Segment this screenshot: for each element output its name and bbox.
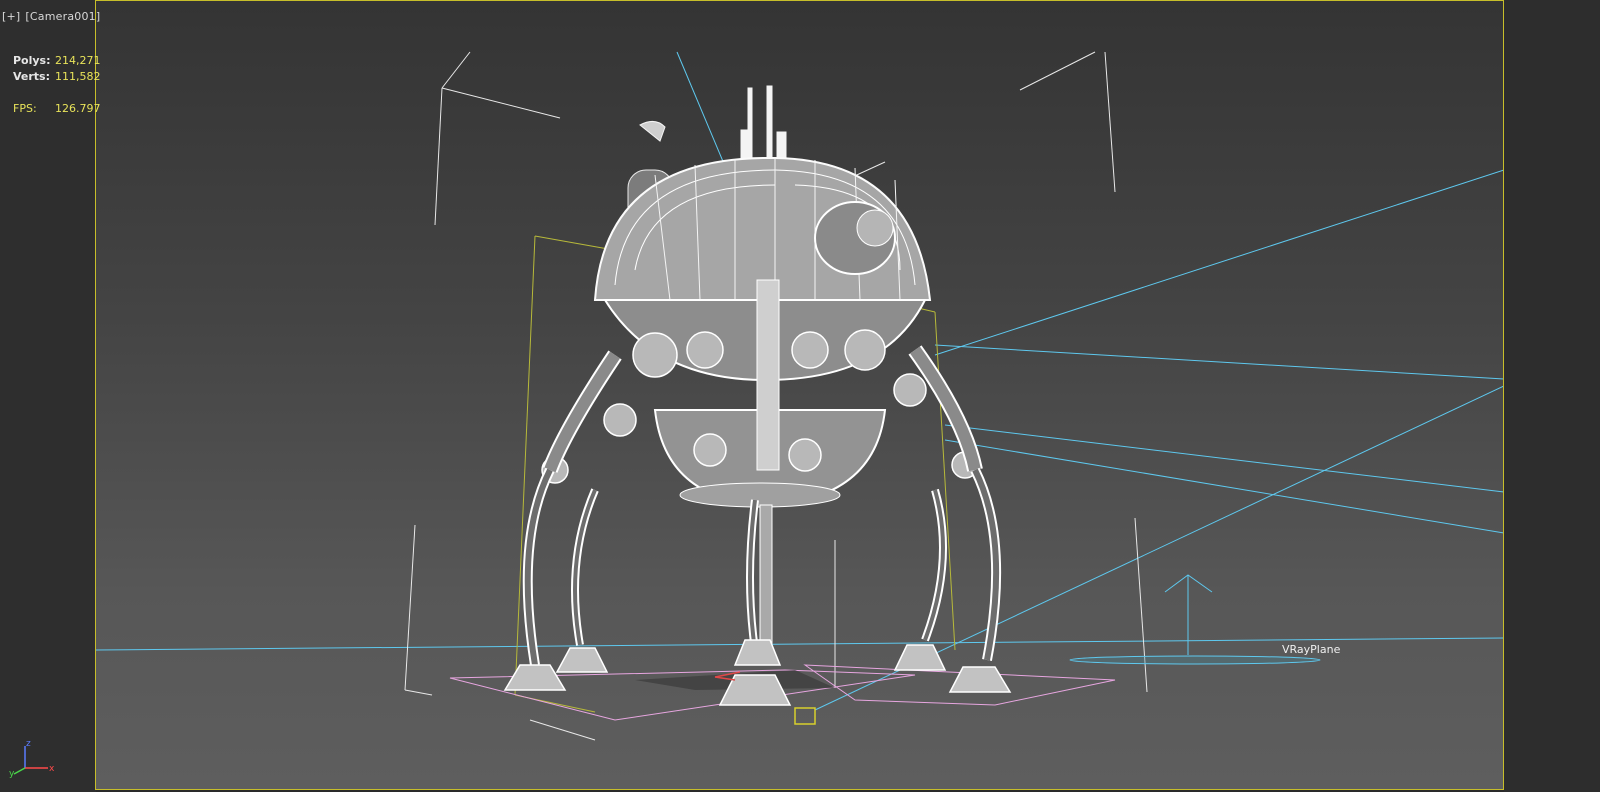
- viewport-plus-menu[interactable]: [+]: [2, 10, 20, 23]
- axis-y-label: y: [9, 769, 15, 778]
- vray-plane-label: VRayPlane: [1282, 643, 1341, 656]
- stat-polys-label: Polys:: [13, 54, 51, 67]
- light-rays: [95, 51, 1504, 711]
- viewport-scene[interactable]: [95, 0, 1504, 790]
- stat-fps-value: 126.797: [55, 102, 101, 115]
- camera-viewport[interactable]: VRayPlane: [95, 0, 1504, 790]
- axis-tripod-icon: z x y: [9, 739, 55, 778]
- stat-polys: Polys: 214,271: [13, 54, 101, 67]
- viewport-label[interactable]: [+] [Camera001]: [2, 10, 105, 23]
- stat-polys-value: 214,271: [55, 54, 101, 67]
- 3ds-max-viewport-window: VRayPlane [+] [Camera001] Polys: 214,271 …: [0, 0, 1600, 792]
- stat-fps-label: FPS:: [13, 102, 37, 115]
- viewport-camera-menu[interactable]: [Camera001]: [25, 10, 100, 23]
- axis-x-label: x: [49, 764, 55, 774]
- right-panel-strip: [1504, 0, 1600, 792]
- stat-verts-label: Verts:: [13, 70, 51, 83]
- stat-fps: FPS: 126.797: [13, 102, 101, 115]
- stat-verts: Verts: 111,582: [13, 70, 101, 83]
- axis-z-label: z: [26, 739, 31, 749]
- spider-droid-wireframe: [503, 85, 1012, 725]
- left-panel-strip: [0, 0, 96, 792]
- stat-verts-value: 111,582: [55, 70, 101, 83]
